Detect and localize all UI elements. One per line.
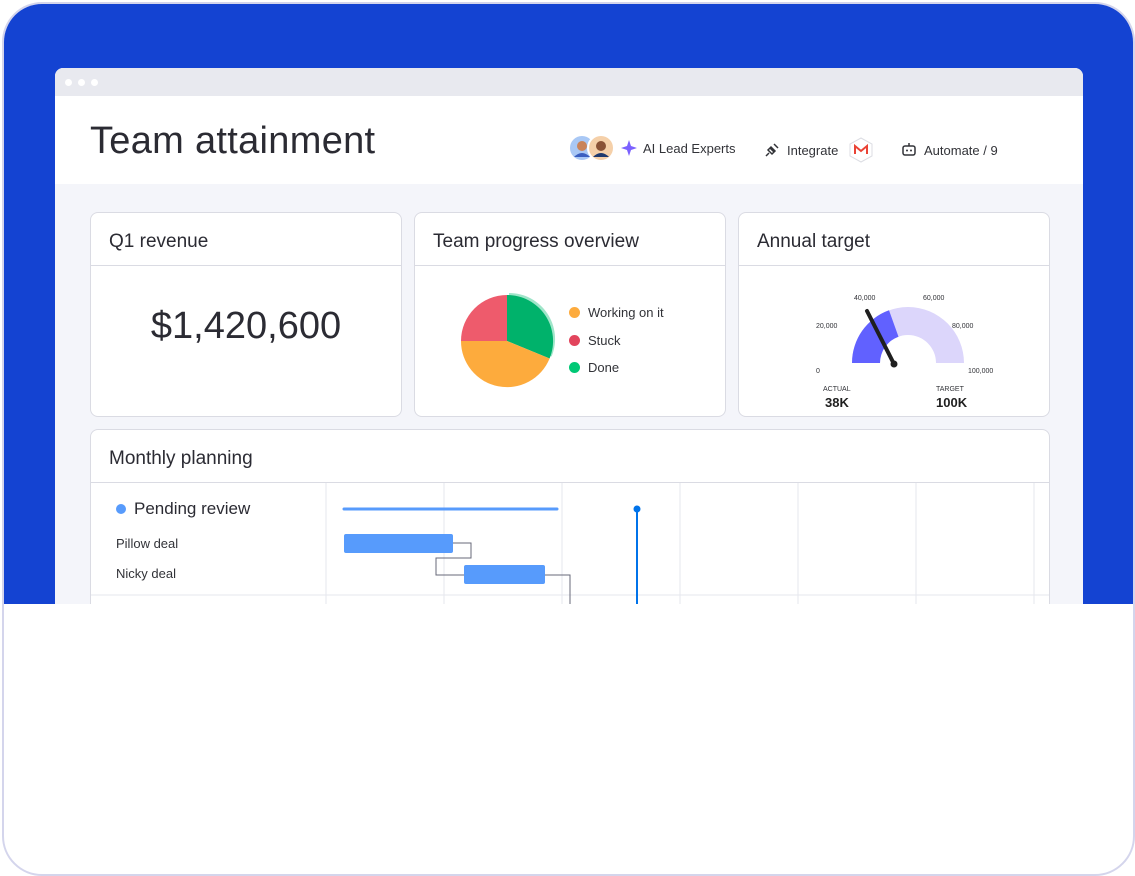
legend-dot: [569, 307, 580, 318]
automate-button[interactable]: Automate / 9: [900, 141, 998, 159]
gmail-icon: [849, 137, 873, 163]
avatars-icon: [568, 134, 615, 162]
gauge-tick-label: 80,000: [952, 323, 974, 330]
gauge-chart: 0 20,000 40,000 60,000 80,000 100,000 AC…: [816, 295, 993, 410]
gauge-needle-hub: [890, 360, 898, 368]
target-value: 100K: [936, 395, 968, 410]
actual-caption: ACTUAL: [823, 386, 851, 393]
gauge-tick-label: 40,000: [854, 295, 876, 302]
gantt-bar-pillow[interactable]: [344, 534, 453, 553]
group-header[interactable]: Pending review: [116, 499, 250, 519]
group-color-dot: [116, 504, 126, 514]
gantt-row-label[interactable]: Nicky deal: [116, 566, 176, 581]
widget-title: Monthly planning: [109, 448, 253, 469]
divider: [415, 265, 725, 266]
ai-lead-experts-button[interactable]: AI Lead Experts: [567, 133, 736, 163]
legend-label: Stuck: [588, 333, 621, 348]
pie-slice-stuck: [461, 295, 507, 341]
gauge-tick-label: 0: [816, 368, 820, 375]
gauge-tick-label: 100,000: [968, 368, 993, 375]
app-window: Team attainment AI Lead Experts Integrat…: [55, 68, 1083, 604]
window-dot: [91, 79, 98, 86]
widget-title: Team progress overview: [433, 231, 639, 252]
dashboard-header: Team attainment AI Lead Experts Integrat…: [55, 96, 1083, 184]
legend-item-working: Working on it: [569, 305, 664, 320]
legend-dot: [569, 335, 580, 346]
window-dot: [65, 79, 72, 86]
team-progress-widget[interactable]: Team progress overview Working on it Stu…: [414, 212, 726, 417]
gauge-tick-label: 60,000: [923, 295, 945, 302]
window-dot: [78, 79, 85, 86]
actual-value: 38K: [825, 395, 849, 410]
divider: [91, 265, 401, 266]
legend-item-done: Done: [569, 360, 619, 375]
integrate-label: Integrate: [787, 142, 839, 158]
widget-title: Q1 revenue: [109, 231, 209, 252]
window-chrome: [55, 68, 1083, 96]
legend-label: Working on it: [588, 305, 664, 320]
sparkle-icon: [621, 140, 637, 156]
gantt-bar-nicky[interactable]: [464, 565, 545, 584]
legend-dot: [569, 362, 580, 373]
automate-label: Automate / 9: [924, 142, 998, 158]
widget-title: Annual target: [757, 231, 871, 252]
today-marker: [633, 505, 641, 513]
annual-target-widget[interactable]: Annual target 0 20,000 40,000 60,000 80,…: [738, 212, 1050, 417]
monthly-planning-widget[interactable]: Monthly planning Pending review Pillow d…: [90, 429, 1050, 604]
legend-item-stuck: Stuck: [569, 333, 621, 348]
plug-icon: [765, 143, 779, 157]
gantt-row-label[interactable]: Pillow deal: [116, 536, 178, 551]
progress-pie-chart: [460, 292, 556, 388]
robot-icon: [902, 143, 916, 156]
revenue-value: $1,420,600: [150, 305, 342, 347]
frame-card: Team attainment AI Lead Experts Integrat…: [2, 2, 1135, 876]
group-label: Pending review: [134, 499, 251, 518]
integrate-button[interactable]: Integrate: [763, 137, 874, 163]
dependency-line: [545, 574, 571, 604]
q1-revenue-widget[interactable]: Q1 revenue $1,420,600: [90, 212, 402, 417]
legend-label: Done: [588, 360, 620, 375]
gauge-tick-label: 20,000: [816, 323, 838, 330]
target-caption: TARGET: [936, 386, 965, 393]
ai-lead-experts-label: AI Lead Experts: [643, 140, 736, 156]
page-title: Team attainment: [90, 120, 376, 162]
